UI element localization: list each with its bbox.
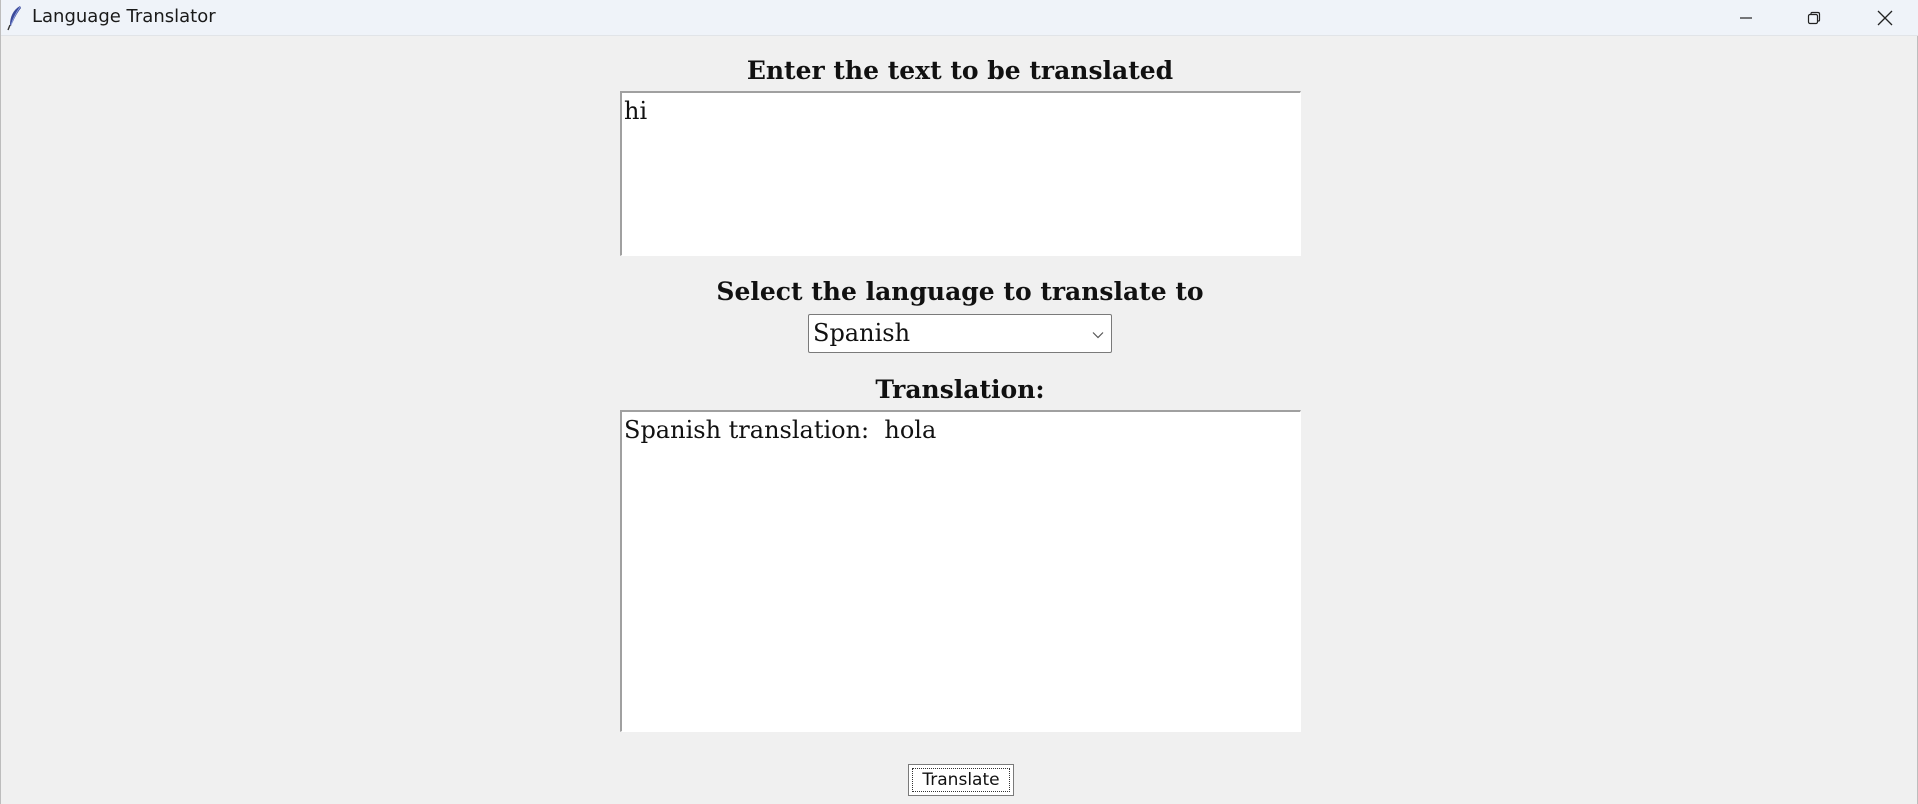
close-icon (1877, 10, 1893, 26)
restore-button[interactable] (1780, 0, 1848, 35)
app-window: Language Translator Enter the text to be… (0, 0, 1918, 804)
language-select-value: Spanish (813, 319, 911, 347)
language-label: Select the language to translate to (716, 277, 1204, 306)
translate-button-label: Translate (922, 770, 1000, 790)
minimize-button[interactable] (1712, 0, 1780, 35)
minimize-icon (1739, 11, 1753, 25)
feather-icon (7, 5, 23, 31)
window-title: Language Translator (32, 6, 216, 27)
close-button[interactable] (1851, 0, 1918, 35)
chevron-down-icon[interactable] (1091, 327, 1105, 341)
title-bar[interactable]: Language Translator (1, 0, 1918, 36)
translation-output[interactable]: Spanish translation: hola (620, 410, 1301, 732)
restore-icon (1807, 11, 1821, 25)
translation-label: Translation: (875, 375, 1045, 404)
input-label: Enter the text to be translated (746, 56, 1174, 85)
language-select[interactable]: Spanish (808, 314, 1112, 353)
source-text-input[interactable]: hi (620, 91, 1301, 256)
translate-button[interactable]: Translate (908, 764, 1014, 796)
